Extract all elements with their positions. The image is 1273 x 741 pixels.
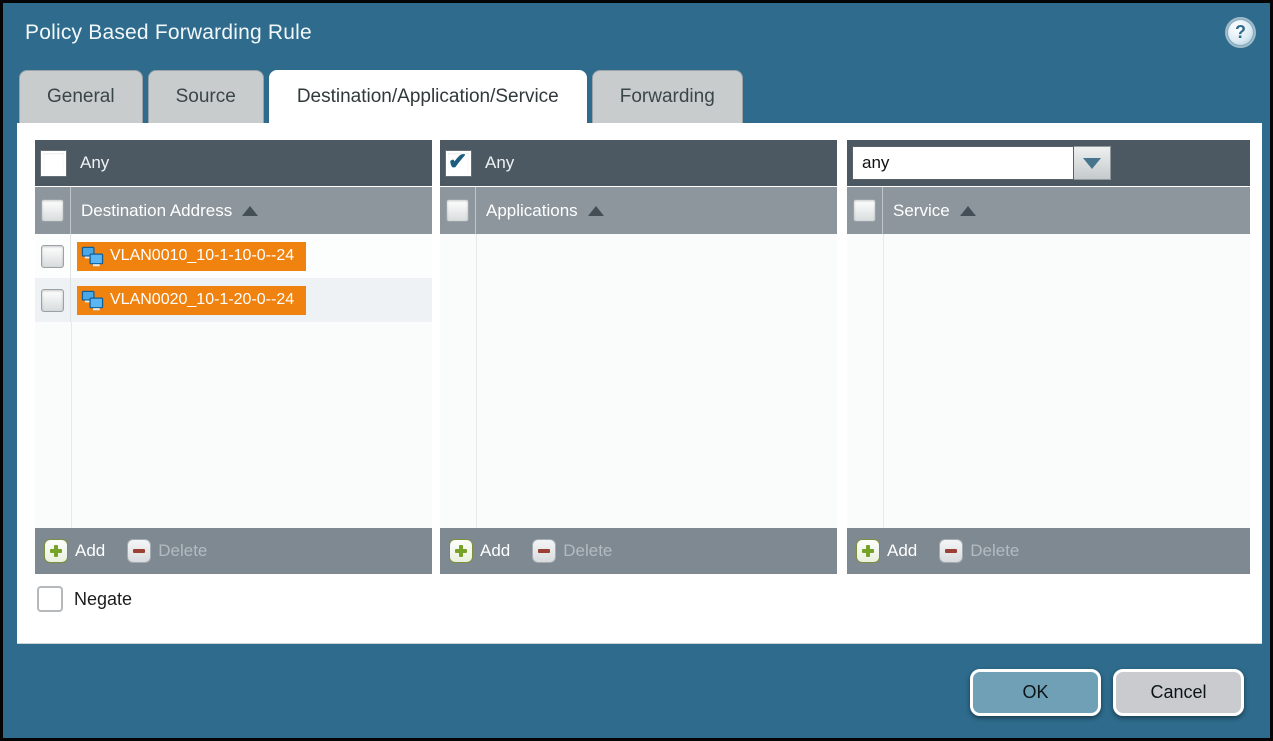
list-row[interactable]: VLAN0020_10-1-20-0--24 <box>35 278 432 322</box>
minus-icon <box>939 539 963 563</box>
address-object-icon <box>81 245 104 268</box>
plus-icon <box>856 539 880 563</box>
tab-label: General <box>47 86 115 108</box>
header-checkbox-gutter <box>847 187 883 234</box>
negate-row: Negate <box>37 586 132 612</box>
row-checkbox[interactable] <box>41 245 64 268</box>
address-object-label: VLAN0020_10-1-20-0--24 <box>110 291 294 309</box>
destination-any-checkbox[interactable] <box>40 150 67 177</box>
service-dropdown[interactable]: any <box>852 146 1111 180</box>
destination-address-panel: Any Destination Address <box>35 140 432 574</box>
service-column-header: Service <box>847 187 1250 234</box>
tab-general[interactable]: General <box>19 70 143 123</box>
tab-forwarding[interactable]: Forwarding <box>592 70 743 123</box>
minus-icon <box>127 539 151 563</box>
destination-header-label: Destination Address <box>81 201 232 221</box>
sort-ascending-icon[interactable] <box>960 206 976 216</box>
negate-checkbox[interactable] <box>37 586 63 612</box>
pbf-rule-dialog: Policy Based Forwarding Rule General Sou… <box>0 0 1273 741</box>
destination-select-all-checkbox[interactable] <box>41 199 64 222</box>
header-checkbox-gutter <box>35 187 71 234</box>
destination-address-list: VLAN0010_10-1-10-0--24 VLAN <box>35 234 432 528</box>
minus-icon <box>532 539 556 563</box>
service-header-label: Service <box>893 201 950 221</box>
tab-bar: General Source Destination/Application/S… <box>19 70 743 123</box>
ok-button[interactable]: OK <box>970 669 1101 716</box>
applications-header-label: Applications <box>486 201 578 221</box>
dialog-title: Policy Based Forwarding Rule <box>25 21 312 45</box>
tab-label: Forwarding <box>620 86 715 108</box>
chevron-down-icon <box>1083 158 1101 169</box>
applications-any-checkbox[interactable] <box>445 150 472 177</box>
address-object-label: VLAN0010_10-1-10-0--24 <box>110 247 294 265</box>
sort-ascending-icon[interactable] <box>588 206 604 216</box>
address-object-chip[interactable]: VLAN0020_10-1-20-0--24 <box>77 286 306 315</box>
add-button[interactable]: Add <box>856 539 917 563</box>
destination-toolbar: Add Delete <box>35 528 432 574</box>
address-object-chip[interactable]: VLAN0010_10-1-10-0--24 <box>77 242 306 271</box>
applications-any-bar: Any <box>440 140 837 186</box>
applications-toolbar: Add Delete <box>440 528 837 574</box>
destination-any-label: Any <box>80 153 109 173</box>
tab-destination-application-service[interactable]: Destination/Application/Service <box>269 70 587 123</box>
destination-column-header: Destination Address <box>35 187 432 234</box>
service-dropdown-bar: any <box>847 140 1250 186</box>
help-icon[interactable] <box>1227 19 1254 46</box>
delete-button[interactable]: Delete <box>532 539 612 563</box>
row-checkbox-gutter <box>35 278 71 322</box>
applications-list <box>440 234 837 528</box>
applications-any-label: Any <box>485 153 514 173</box>
plus-icon <box>44 539 68 563</box>
address-object-icon <box>81 289 104 312</box>
service-list <box>847 234 1250 528</box>
header-checkbox-gutter <box>440 187 476 234</box>
sort-ascending-icon[interactable] <box>242 206 258 216</box>
tab-label: Destination/Application/Service <box>297 86 559 108</box>
add-button[interactable]: Add <box>449 539 510 563</box>
row-checkbox-gutter <box>35 234 71 278</box>
service-dropdown-value[interactable]: any <box>852 146 1074 180</box>
dialog-content: Any Destination Address <box>17 123 1262 644</box>
tab-label: Source <box>176 86 236 108</box>
row-checkbox[interactable] <box>41 289 64 312</box>
service-toolbar: Add Delete <box>847 528 1250 574</box>
cancel-button[interactable]: Cancel <box>1113 669 1244 716</box>
applications-panel: Any Applications Add Delete <box>440 140 837 574</box>
add-button[interactable]: Add <box>44 539 105 563</box>
negate-label: Negate <box>74 589 132 610</box>
destination-any-bar: Any <box>35 140 432 186</box>
list-row[interactable]: VLAN0010_10-1-10-0--24 <box>35 234 432 278</box>
tab-source[interactable]: Source <box>148 70 264 123</box>
plus-icon <box>449 539 473 563</box>
service-panel: any Service Add <box>847 140 1250 574</box>
applications-select-all-checkbox[interactable] <box>446 199 469 222</box>
service-dropdown-button[interactable] <box>1074 146 1111 180</box>
service-select-all-checkbox[interactable] <box>853 199 876 222</box>
delete-button[interactable]: Delete <box>127 539 207 563</box>
applications-column-header: Applications <box>440 187 837 234</box>
delete-button[interactable]: Delete <box>939 539 1019 563</box>
